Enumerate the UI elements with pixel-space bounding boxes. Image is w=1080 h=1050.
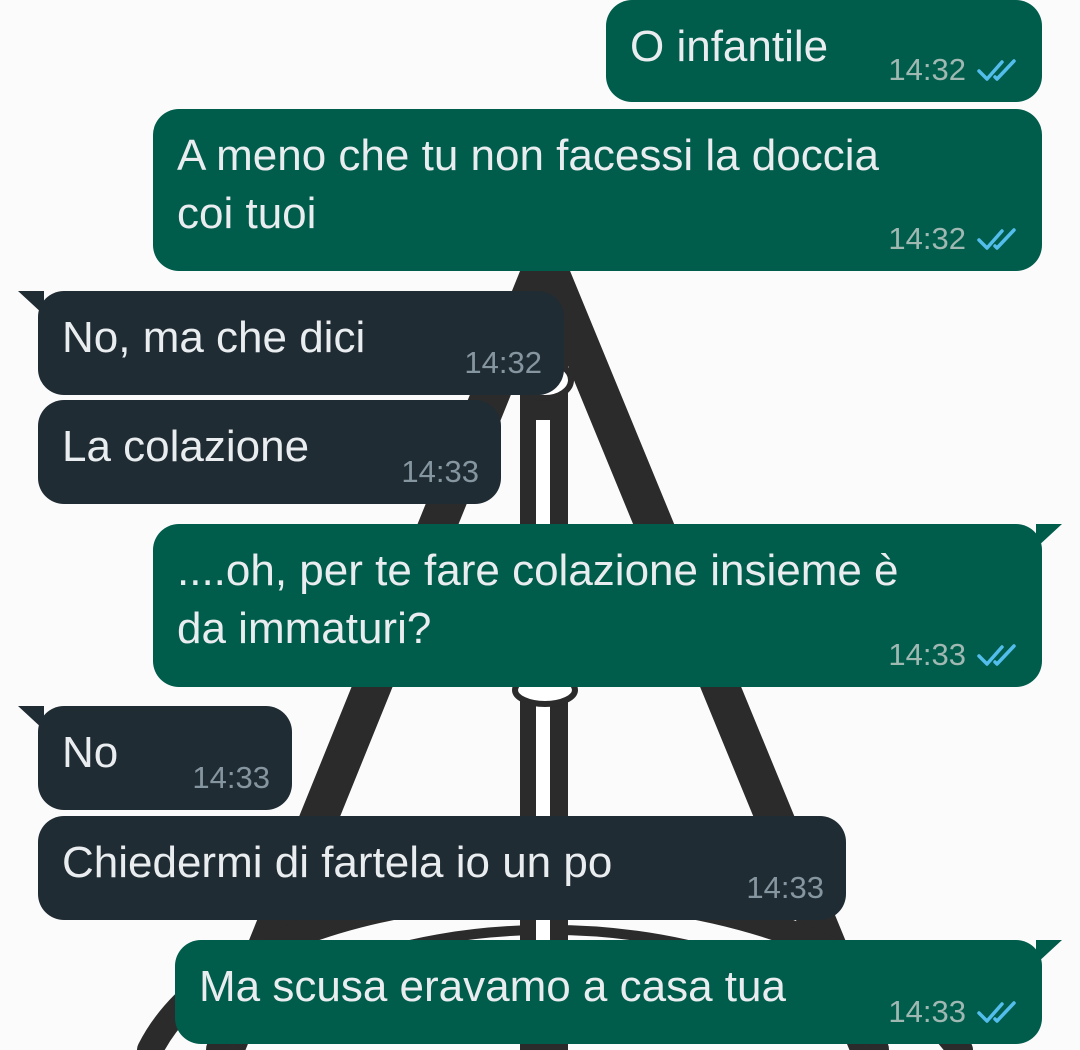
message-bubble-outgoing[interactable]: O infantile 14:32 [606,0,1042,102]
chat-view: O infantile 14:32 A meno che tu non face… [0,0,1080,1050]
message-bubble-incoming[interactable]: No 14:33 [38,706,292,810]
message-bubble-outgoing[interactable]: ....oh, per te fare colazione insieme è … [153,524,1042,687]
message-meta: 14:32 [464,345,542,381]
double-check-read-icon [977,644,1016,666]
double-check-read-icon [977,228,1016,250]
message-time: 14:32 [888,221,966,256]
message-meta: 14:33 [401,454,479,490]
message-meta: 14:32 [888,52,1020,88]
message-bubble-outgoing[interactable]: Ma scusa eravamo a casa tua 14:33 [175,940,1042,1044]
message-bubble-incoming[interactable]: La colazione 14:33 [38,400,501,504]
message-bubble-incoming[interactable]: Chiedermi di fartela io un po 14:33 [38,816,846,920]
message-text: Chiedermi di fartela io un po [62,838,613,887]
message-meta: 14:33 [192,760,270,796]
message-time: 14:33 [888,637,966,672]
message-time: 14:33 [746,870,824,905]
message-meta: 14:33 [888,637,1020,673]
message-bubble-outgoing[interactable]: A meno che tu non facessi la doccia coi … [153,109,1042,271]
message-meta: 14:32 [888,221,1020,257]
double-check-read-icon [977,1001,1016,1023]
message-time: 14:33 [888,994,966,1029]
message-bubble-incoming[interactable]: No, ma che dici 14:32 [38,291,564,395]
double-check-read-icon [977,59,1016,81]
message-meta: 14:33 [746,870,824,906]
message-time: 14:32 [464,345,542,380]
message-time: 14:33 [192,760,270,795]
message-time: 14:32 [888,52,966,87]
message-text-line-1: A meno che tu non facessi la doccia [177,131,879,180]
message-text-line-1: ....oh, per te fare colazione insieme è [177,546,899,595]
message-time: 14:33 [401,454,479,489]
message-meta: 14:33 [888,994,1020,1030]
